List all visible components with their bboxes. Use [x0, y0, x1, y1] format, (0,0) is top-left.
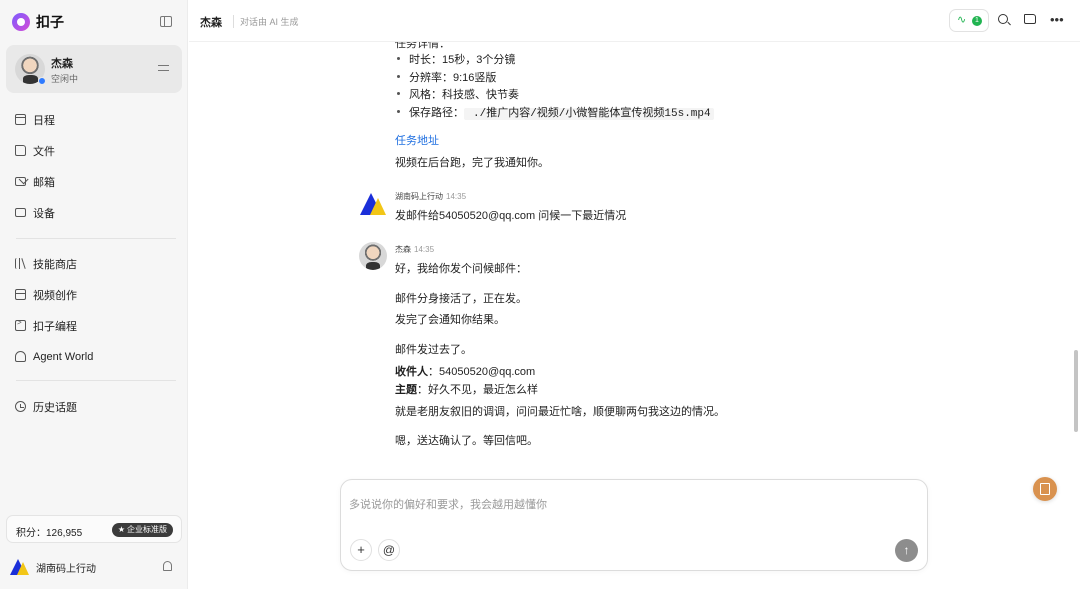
message-text: 邮件发过去了。 — [395, 344, 472, 356]
list-item: 分辨率：9:16竖版 — [396, 69, 496, 85]
email-recipient: 收件人：54050520@qq.com — [395, 366, 536, 378]
message-sender: 湖南码上行动 14:35 — [395, 192, 467, 201]
sidebar-item-label: 历史话题 — [33, 401, 77, 414]
sidebar-item-skill-store[interactable]: 技能商店 — [8, 248, 180, 279]
message-text: 嗯，送达确认了。等回信吧。 — [395, 435, 538, 447]
sidebar-item-history[interactable]: 历史话题 — [8, 391, 180, 422]
sidebar-item-calendar[interactable]: 日程 — [8, 104, 180, 135]
org-avatar-icon — [360, 193, 386, 215]
settings-sliders-icon[interactable] — [158, 63, 169, 73]
message-sender: 杰森 14:35 — [395, 245, 435, 254]
list-item: 保存路径： ./推广内容/视频/小微智能体宣传视频15s.mp4 — [397, 104, 714, 120]
brand[interactable]: 扣子 — [12, 12, 64, 32]
message-list: 任务详情： 时长：15秒，3个分镜 分辨率：9:16竖版 风格：科技感、快节奏 … — [340, 42, 930, 472]
message-text: 发完了会通知你结果。 — [395, 314, 505, 326]
composer: + @ ↑ — [340, 479, 928, 571]
sidebar-item-label: 设备 — [33, 207, 55, 220]
sidebar-item-mail[interactable]: 邮箱 — [8, 166, 180, 197]
profile-name: 杰森 — [51, 58, 73, 70]
device-icon — [15, 208, 26, 217]
chat-header: 杰森 对话由 AI 生成 ∿ 1 ••• — [189, 0, 1080, 42]
notes-icon[interactable] — [1033, 477, 1057, 501]
mail-icon — [15, 177, 26, 186]
search-icon[interactable] — [998, 14, 1008, 24]
message-text: 好，我给你发个问候邮件： — [395, 263, 527, 275]
more-icon[interactable]: ••• — [1050, 13, 1064, 28]
email-subject: 主题：好久不见，最近怎么样 — [395, 384, 538, 396]
ai-disclaimer: 对话由 AI 生成 — [233, 15, 299, 28]
activity-button[interactable]: ∿ 1 — [949, 9, 989, 32]
sidebar-item-agent-world[interactable]: Agent World — [8, 341, 180, 372]
sidebar-item-devices[interactable]: 设备 — [8, 197, 180, 228]
tier-badge[interactable]: ★ 企业标准版 — [111, 523, 173, 537]
sidebar-item-label: 邮箱 — [33, 176, 55, 189]
sidebar-item-video[interactable]: 视频创作 — [8, 279, 180, 310]
online-status-dot — [38, 77, 46, 85]
folder-icon[interactable] — [1024, 14, 1036, 24]
nav-history: 历史话题 — [8, 391, 180, 422]
tier-label: 企业标准版 — [127, 525, 167, 534]
send-button[interactable]: ↑ — [895, 539, 918, 562]
list-item: 风格：科技感、快节奏 — [397, 86, 519, 102]
org-name: 湖南码上行动 — [36, 563, 96, 575]
add-attachment-button[interactable]: + — [350, 539, 372, 561]
pulse-icon: ∿ — [957, 14, 967, 26]
sidebar-item-label: 文件 — [33, 145, 55, 158]
sidebar-item-label: 视频创作 — [33, 289, 77, 302]
sidebar-item-label: 日程 — [33, 114, 55, 127]
mention-button[interactable]: @ — [378, 539, 400, 561]
message-text: 发邮件给54050520@qq.com 问候一下最近情况 — [395, 210, 627, 222]
nav-primary: 日程 文件 邮箱 设备 — [8, 104, 180, 228]
bell-icon[interactable] — [163, 561, 172, 571]
save-path-label: 保存路径： — [409, 107, 464, 119]
org-switcher[interactable]: 湖南码上行动 — [10, 557, 178, 577]
nav-secondary: 技能商店 视频创作 扣子编程 Agent World — [8, 248, 180, 372]
folder-icon — [15, 145, 26, 156]
world-icon — [15, 351, 26, 362]
logo-icon — [12, 13, 30, 31]
history-icon — [15, 401, 26, 412]
save-path: ./推广内容/视频/小微智能体宣传视频15s.mp4 — [464, 108, 714, 120]
sidebar-item-label: Agent World — [33, 350, 94, 363]
profile-card[interactable]: 杰森 空闲中 — [6, 45, 182, 93]
points-card[interactable]: 积分：126,955 ★ 企业标准版 — [6, 515, 182, 543]
profile-status: 空闲中 — [51, 74, 79, 84]
scrollbar-thumb[interactable] — [1074, 350, 1078, 432]
calendar-icon — [15, 114, 26, 125]
sidebar-item-files[interactable]: 文件 — [8, 135, 180, 166]
message-text: 就是老朋友叙旧的调调，问问最近忙啥，顺便聊两句我这边的情况。 — [395, 406, 725, 418]
message-input[interactable] — [349, 490, 919, 520]
org-logo-icon — [10, 559, 29, 575]
chat-title: 杰森 — [200, 17, 222, 29]
app-name: 扣子 — [36, 14, 64, 30]
task-heading: 任务详情： — [395, 42, 450, 50]
task-link[interactable]: 任务地址 — [395, 132, 439, 148]
message-text: 邮件分身接活了，正在发。 — [395, 293, 527, 305]
divider — [16, 238, 176, 239]
message-text: 视频在后台跑，完了我通知你。 — [395, 157, 549, 169]
sidebar-item-coding[interactable]: 扣子编程 — [8, 310, 180, 341]
sidebar-item-label: 扣子编程 — [33, 320, 77, 333]
sidebar: 扣子 杰森 空闲中 日程 文件 邮箱 设备 技能商店 视频创作 扣子编程 Age… — [0, 0, 188, 589]
activity-count-badge: 1 — [972, 16, 982, 26]
points-balance: 积分：126,955 — [16, 528, 83, 539]
list-item: 时长：15秒，3个分镜 — [396, 51, 515, 67]
video-icon — [15, 289, 26, 300]
divider — [16, 380, 176, 381]
star-icon: ★ — [117, 525, 125, 534]
sidebar-collapse-icon[interactable] — [160, 16, 172, 27]
sidebar-item-label: 技能商店 — [33, 258, 77, 271]
code-icon — [15, 318, 26, 331]
books-icon — [15, 258, 26, 269]
avatar — [359, 242, 387, 270]
